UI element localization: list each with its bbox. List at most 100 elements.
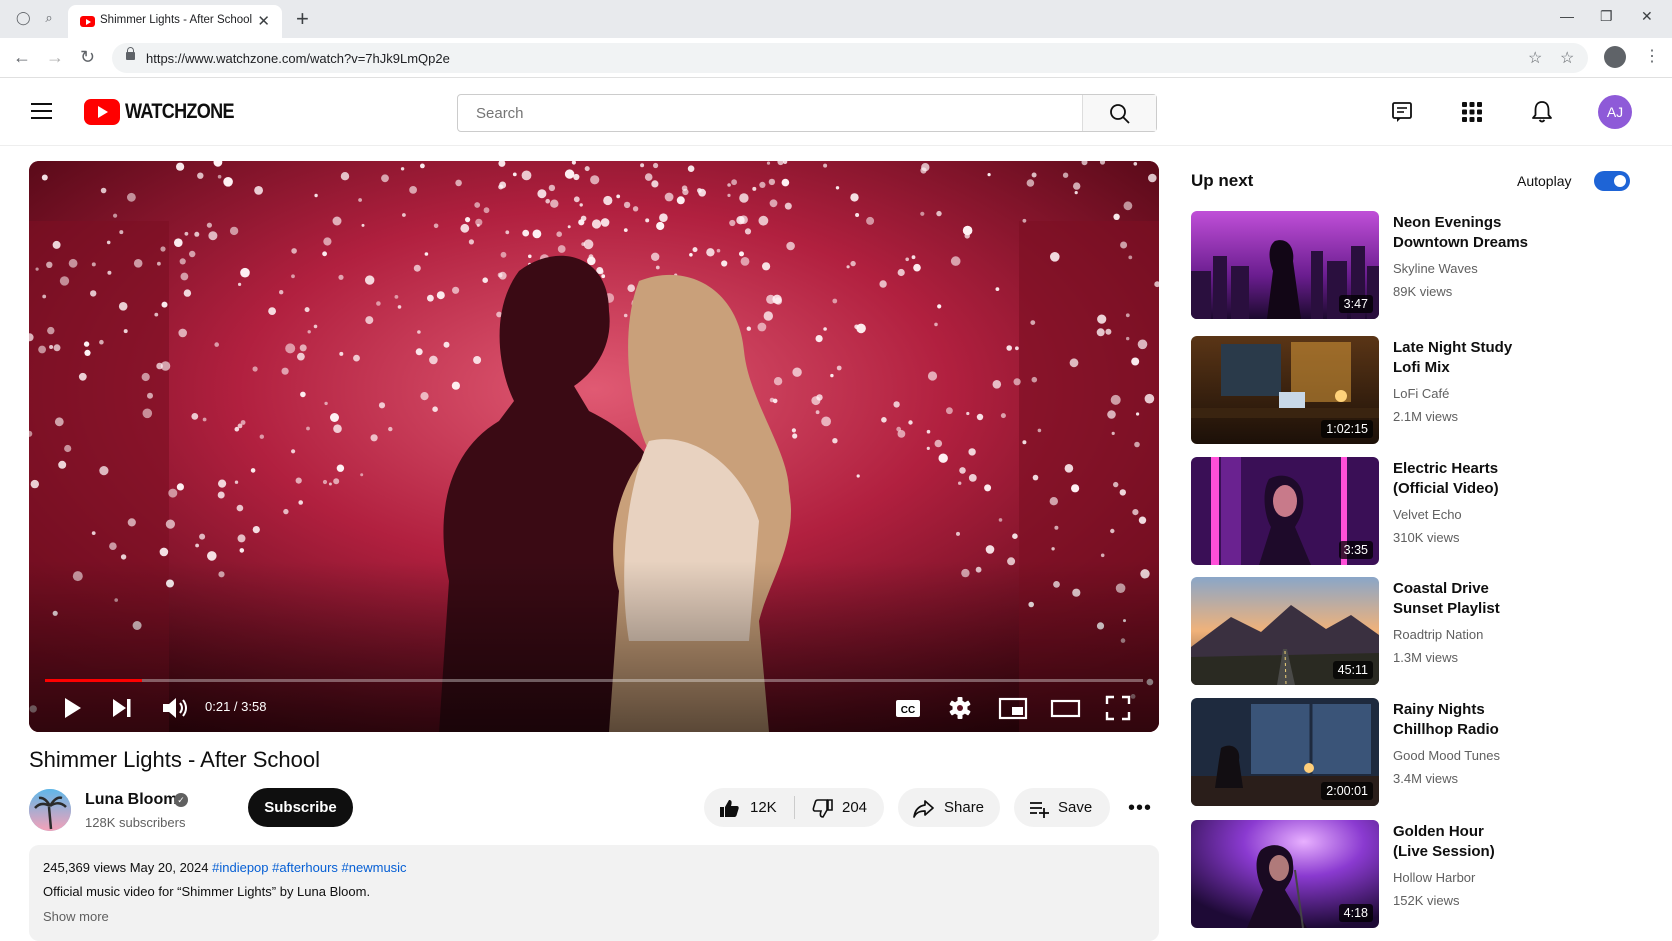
- url-text[interactable]: https://www.watchzone.com/watch?v=7hJk9L…: [146, 51, 450, 66]
- video-progress-fill: [45, 679, 142, 682]
- video-card-views: 2.1M views: [1393, 409, 1459, 424]
- bookmarks-icon[interactable]: ☆: [1560, 48, 1574, 68]
- autoplay-label: Autoplay: [1517, 173, 1572, 189]
- video-card-title[interactable]: Late Night Study Lofi Mix: [1393, 338, 1593, 378]
- browser-menu-icon[interactable]: ⋮: [1644, 46, 1660, 66]
- reload-icon[interactable]: ↻: [80, 47, 95, 68]
- video-player[interactable]: 0:21 / 3:58 CC: [29, 161, 1159, 732]
- save-label: Save: [1058, 799, 1093, 816]
- browser-profile-icon[interactable]: [1604, 46, 1626, 68]
- video-thumbnail[interactable]: 4:18: [1191, 820, 1379, 928]
- theater-mode-icon[interactable]: [1049, 693, 1083, 723]
- like-count[interactable]: 12K: [750, 799, 777, 816]
- back-arrow-icon[interactable]: ←: [13, 47, 31, 68]
- video-thumbnail[interactable]: 3:35: [1191, 457, 1379, 565]
- video-card-channel[interactable]: Hollow Harbor: [1393, 870, 1475, 885]
- description-meta: 245,369 views May 20, 2024 #indiepop #af…: [43, 860, 407, 875]
- subscriber-count: 128K subscribers: [85, 815, 186, 830]
- browser-tab-active[interactable]: Shimmer Lights - After School ✕: [68, 5, 282, 38]
- site-logo[interactable]: WATCHZONE: [84, 99, 252, 125]
- share-label: Share: [944, 799, 985, 816]
- video-duration: 4:18: [1338, 904, 1373, 922]
- lock-icon: [126, 47, 135, 60]
- up-next-video-card[interactable]: 3:47 Neon Evenings Downtown Dreams Skylin…: [1191, 211, 1661, 319]
- video-card-channel[interactable]: Velvet Echo: [1393, 507, 1462, 522]
- video-progress-bar[interactable]: [45, 679, 1143, 682]
- site-header: WATCHZONE AJ: [0, 78, 1672, 146]
- minimize-window-button[interactable]: —: [1560, 8, 1574, 24]
- restore-window-button[interactable]: ❐: [1600, 8, 1613, 25]
- thumbs-up-icon[interactable]: [718, 797, 740, 819]
- forward-arrow-icon[interactable]: →: [46, 47, 64, 68]
- play-logo-icon: [84, 99, 120, 125]
- hashtag-link[interactable]: #indiepop: [212, 860, 268, 875]
- up-next-heading: Up next: [1191, 171, 1254, 190]
- up-next-video-card[interactable]: 2:00:01 Rainy Nights Chillhop Radio Good …: [1191, 698, 1661, 806]
- video-duration: 2:00:01: [1321, 782, 1373, 800]
- dislike-count[interactable]: 204: [842, 799, 867, 816]
- new-tab-button[interactable]: +: [296, 6, 309, 32]
- fullscreen-icon[interactable]: [1103, 693, 1133, 723]
- up-next-video-card[interactable]: 3:35 Electric Hearts (Official Video) Vel…: [1191, 457, 1661, 565]
- video-duration: 1:02:15: [1321, 420, 1373, 438]
- video-thumbnail[interactable]: 3:47: [1191, 211, 1379, 319]
- show-more-link[interactable]: Show more: [43, 909, 109, 924]
- video-thumbnail[interactable]: 45:11: [1191, 577, 1379, 685]
- tab-close-icon[interactable]: ✕: [257, 12, 270, 30]
- video-card-channel[interactable]: LoFi Café: [1393, 386, 1449, 401]
- description-box[interactable]: 245,369 views May 20, 2024 #indiepop #af…: [29, 845, 1159, 941]
- next-video-icon[interactable]: [107, 693, 137, 723]
- tab-search-icon[interactable]: ◯: [16, 11, 31, 25]
- video-card-title[interactable]: Neon Evenings Downtown Dreams: [1393, 213, 1593, 253]
- user-avatar[interactable]: AJ: [1598, 95, 1632, 129]
- video-card-views: 89K views: [1393, 284, 1453, 299]
- video-card-title[interactable]: Coastal Drive Sunset Playlist: [1393, 579, 1593, 619]
- palm-tree-icon: [29, 789, 71, 831]
- video-card-channel[interactable]: Roadtrip Nation: [1393, 627, 1483, 642]
- tab-title: Shimmer Lights - After School: [100, 14, 253, 26]
- channel-name[interactable]: Luna Bloom: [85, 791, 177, 809]
- video-card-channel[interactable]: Skyline Waves: [1393, 261, 1478, 276]
- bookmark-star-icon[interactable]: ☆: [1528, 48, 1542, 68]
- search-tabs-icon[interactable]: ⌕: [42, 11, 56, 25]
- closed-captions-icon[interactable]: CC: [893, 693, 923, 723]
- video-thumbnail[interactable]: 1:02:15: [1191, 336, 1379, 444]
- video-card-views: 1.3M views: [1393, 650, 1459, 665]
- up-next-video-card[interactable]: 45:11 Coastal Drive Sunset Playlist Roadt…: [1191, 577, 1661, 685]
- menu-icon[interactable]: [31, 103, 52, 119]
- thumbs-down-icon[interactable]: [812, 798, 834, 820]
- video-card-channel[interactable]: Good Mood Tunes: [1393, 748, 1500, 763]
- video-card-title[interactable]: Electric Hearts (Official Video): [1393, 459, 1593, 499]
- feedback-icon[interactable]: [1388, 98, 1416, 126]
- video-card-views: 152K views: [1393, 893, 1460, 908]
- notifications-bell-icon[interactable]: [1528, 98, 1556, 126]
- settings-gear-icon[interactable]: [945, 693, 975, 723]
- video-card-views: 310K views: [1393, 530, 1460, 545]
- subscribe-button[interactable]: Subscribe: [248, 788, 353, 827]
- hashtag-link[interactable]: #afterhours: [272, 860, 338, 875]
- video-thumbnail[interactable]: 2:00:01: [1191, 698, 1379, 806]
- up-next-video-card[interactable]: 4:18 Golden Hour (Live Session) Hollow Ha…: [1191, 820, 1661, 928]
- video-card-title[interactable]: Rainy Nights Chillhop Radio: [1393, 700, 1593, 740]
- hashtag-link[interactable]: #newmusic: [342, 860, 407, 875]
- save-button[interactable]: Save: [1014, 788, 1110, 827]
- up-next-video-card[interactable]: 1:02:15 Late Night Study Lofi Mix LoFi Ca…: [1191, 336, 1661, 444]
- miniplayer-icon[interactable]: [997, 693, 1029, 723]
- play-icon[interactable]: [57, 693, 87, 723]
- more-actions-icon[interactable]: •••: [1128, 797, 1152, 820]
- channel-avatar[interactable]: [29, 789, 71, 831]
- video-duration: 3:47: [1338, 295, 1373, 313]
- search-button[interactable]: [1082, 95, 1156, 131]
- autoplay-toggle[interactable]: [1594, 171, 1630, 191]
- address-bar[interactable]: https://www.watchzone.com/watch?v=7hJk9L…: [112, 43, 1588, 73]
- apps-grid-icon[interactable]: [1458, 98, 1486, 126]
- video-card-title[interactable]: Golden Hour (Live Session): [1393, 822, 1593, 862]
- close-window-button[interactable]: ✕: [1641, 8, 1653, 25]
- share-button[interactable]: Share: [898, 788, 1000, 827]
- volume-icon[interactable]: [159, 693, 193, 723]
- browser-toolbar: ← → ↻ https://www.watchzone.com/watch?v=…: [0, 38, 1672, 78]
- tab-favicon-icon: [80, 16, 95, 27]
- share-arrow-icon: [913, 800, 934, 818]
- browser-tab-strip: ◯ ⌕ Shimmer Lights - After School ✕ + — …: [0, 0, 1672, 38]
- search-input[interactable]: [458, 95, 1083, 131]
